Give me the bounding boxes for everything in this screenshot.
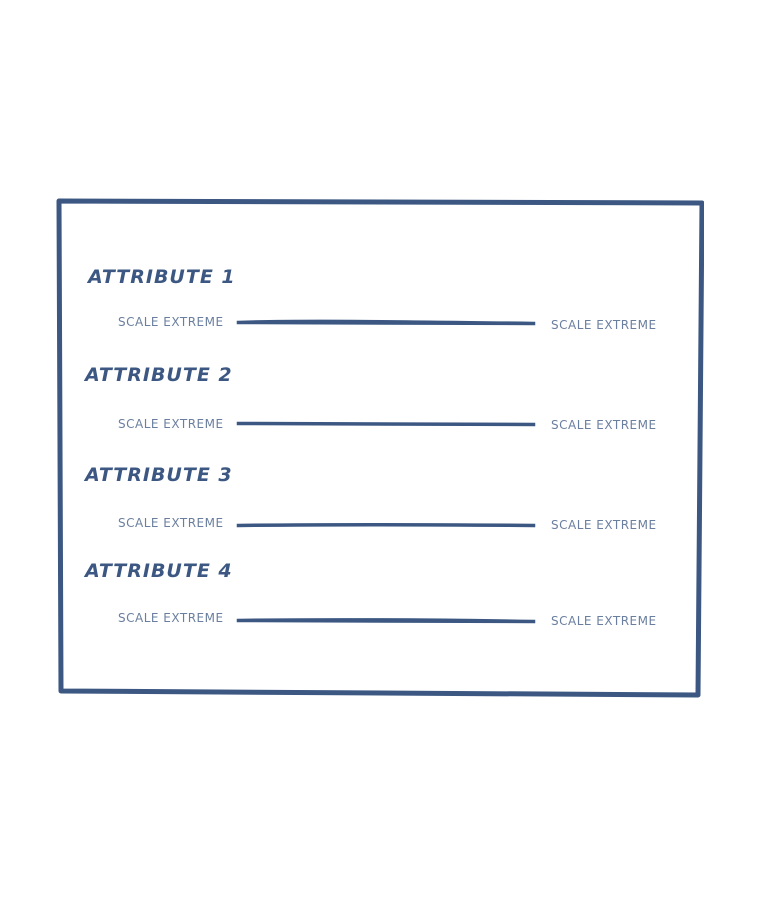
scale-extreme-right: Scale Extreme: [551, 518, 657, 532]
attribute-title: Attribute 1: [88, 266, 236, 288]
scale-extreme-left: Scale Extreme: [118, 417, 224, 431]
scale-extreme-right: Scale Extreme: [551, 614, 657, 628]
attribute-row-2: Attribute 2 Scale Extreme Scale Extreme: [56, 364, 704, 454]
scale-line[interactable]: [236, 519, 536, 531]
scale-extreme-left: Scale Extreme: [118, 516, 224, 530]
scale-line[interactable]: [236, 614, 536, 626]
attribute-row-3: Attribute 3 Scale Extreme Scale Extreme: [56, 464, 704, 554]
scale-extreme-left: Scale Extreme: [118, 315, 224, 329]
attribute-title: Attribute 2: [85, 364, 233, 386]
semantic-differential-frame: Attribute 1 Scale Extreme Scale Extreme …: [56, 198, 704, 700]
scale-extreme-right: Scale Extreme: [551, 418, 657, 432]
attribute-row-4: Attribute 4 Scale Extreme Scale Extreme: [56, 560, 704, 650]
scale-line[interactable]: [236, 418, 536, 430]
attribute-title: Attribute 3: [85, 464, 233, 486]
scale-extreme-right: Scale Extreme: [551, 318, 657, 332]
attribute-title: Attribute 4: [85, 560, 233, 582]
attribute-row-1: Attribute 1 Scale Extreme Scale Extreme: [56, 266, 704, 356]
scale-line[interactable]: [236, 316, 536, 328]
scale-extreme-left: Scale Extreme: [118, 611, 224, 625]
